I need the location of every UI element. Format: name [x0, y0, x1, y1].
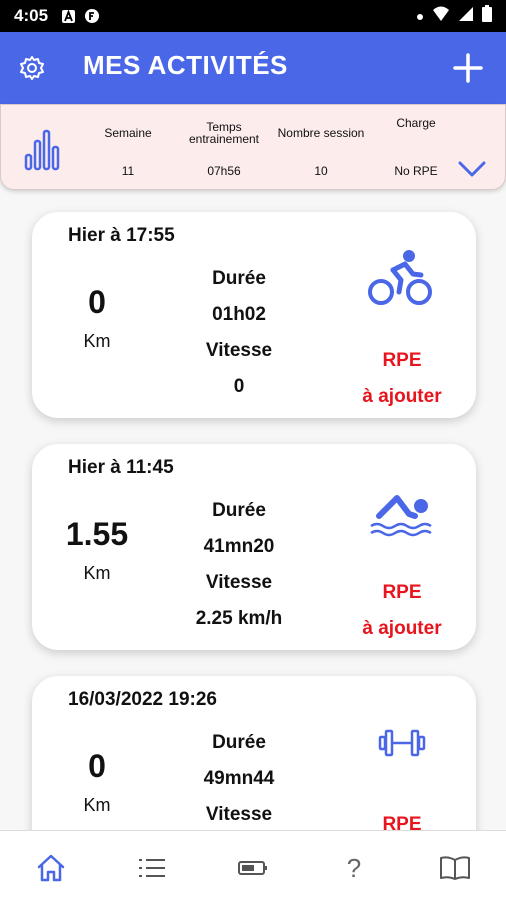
- rpe-label: RPE: [382, 350, 422, 371]
- battery-status-icon: [482, 5, 492, 27]
- expand-chevron-icon[interactable]: [457, 159, 487, 179]
- list-icon[interactable]: [135, 851, 169, 885]
- settings-gear-icon[interactable]: [18, 54, 46, 82]
- duration-value: 41mn20: [203, 536, 275, 557]
- cycling-icon: [367, 248, 433, 313]
- activity-distance: 0: [88, 748, 106, 784]
- activity-stats: Durée 49mn44 Vitesse: [179, 725, 299, 833]
- battery-icon[interactable]: [236, 851, 270, 885]
- speed-value: 0: [233, 376, 245, 397]
- summary-load: Charge No RPE: [381, 105, 451, 178]
- rpe-add-label: à ajouter: [362, 618, 442, 639]
- summary-week-value: 11: [121, 164, 135, 178]
- summary-training-time-value: 07h56: [207, 164, 241, 178]
- activity-card[interactable]: Hier à 11:45 1.55 Km Durée 41mn20 Vitess…: [32, 444, 476, 650]
- summary-week-label: Semaine: [104, 126, 152, 140]
- book-icon[interactable]: [438, 851, 472, 885]
- swimming-icon: [369, 492, 433, 547]
- activity-distance-unit: Km: [83, 795, 111, 815]
- bar-chart-icon[interactable]: [23, 127, 61, 171]
- activity-distance: 0: [88, 284, 106, 320]
- dot-icon: [416, 6, 424, 26]
- wifi-icon: [432, 6, 450, 27]
- rpe-button[interactable]: RPE à ajouter: [342, 575, 462, 647]
- activity-stats: Durée 41mn20 Vitesse 2.25 km/h: [179, 493, 299, 637]
- notification-f-icon: [84, 8, 100, 24]
- activity-date: Hier à 17:55: [68, 225, 175, 246]
- page-title: MES ACTIVITÉS: [83, 50, 288, 80]
- activity-distance-unit: Km: [83, 331, 111, 351]
- duration-label: Durée: [212, 732, 266, 753]
- rpe-button[interactable]: RPE à ajouter: [342, 343, 462, 415]
- help-icon[interactable]: ?: [337, 851, 371, 885]
- duration-label: Durée: [212, 268, 266, 289]
- dumbbell-icon: [378, 728, 426, 763]
- speed-value: 2.25 km/h: [195, 608, 283, 629]
- add-activity-button[interactable]: [452, 52, 484, 84]
- summary-load-label: Charge: [396, 116, 436, 130]
- weekly-summary-panel: Semaine 11 Temps entrainement 07h56 Nomb…: [0, 104, 506, 190]
- status-time: 4:05: [14, 6, 49, 25]
- home-icon[interactable]: [34, 851, 68, 885]
- status-bar: 4:05: [0, 0, 506, 32]
- duration-value: 01h02: [212, 304, 266, 325]
- speed-label: Vitesse: [205, 572, 273, 593]
- summary-training-time-label: Temps entrainement: [188, 120, 260, 146]
- activity-date: Hier à 11:45: [68, 457, 174, 478]
- speed-label: Vitesse: [205, 804, 273, 825]
- activity-stats: Durée 01h02 Vitesse 0: [179, 261, 299, 405]
- rpe-label: RPE: [382, 582, 422, 603]
- activity-card[interactable]: Hier à 17:55 0 Km Durée 01h02 Vitesse 0 …: [32, 212, 476, 418]
- summary-sessions-label: Nombre session: [277, 126, 365, 140]
- speed-label: Vitesse: [205, 340, 273, 361]
- activity-distance-unit: Km: [83, 563, 111, 583]
- rpe-add-label: à ajouter: [362, 386, 442, 407]
- duration-label: Durée: [212, 500, 266, 521]
- notification-a-icon: [60, 8, 76, 24]
- duration-value: 49mn44: [203, 768, 275, 789]
- app-bar: MES ACTIVITÉS: [0, 32, 506, 104]
- summary-training-time: Temps entrainement 07h56: [179, 115, 269, 178]
- summary-load-value: No RPE: [394, 164, 438, 178]
- activity-distance: 1.55: [65, 516, 129, 552]
- signal-icon: [458, 6, 474, 27]
- summary-sessions: Nombre session 10: [271, 115, 371, 178]
- summary-sessions-value: 10: [314, 164, 328, 178]
- bottom-navigation: ?: [0, 830, 506, 900]
- summary-week: Semaine 11: [93, 115, 163, 178]
- activity-date: 16/03/2022 19:26: [68, 689, 217, 710]
